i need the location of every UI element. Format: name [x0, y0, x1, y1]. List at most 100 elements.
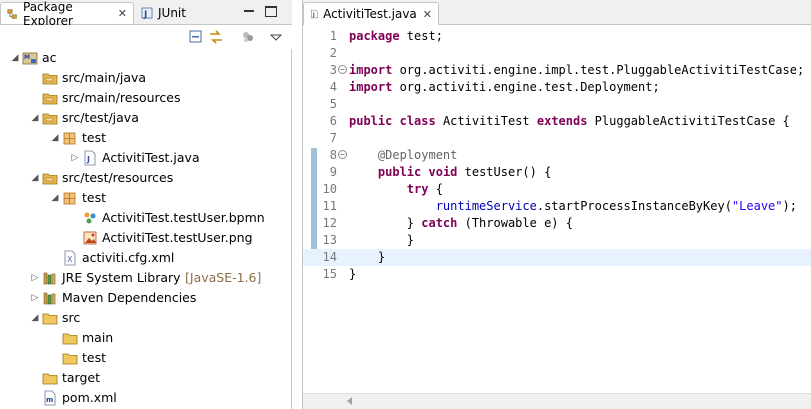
- tree-item-label: ac: [42, 50, 57, 65]
- svg-text:X: X: [67, 255, 73, 264]
- tree-item[interactable]: ◢ test: [0, 128, 292, 148]
- code-line[interactable]: 1 package test;: [303, 28, 811, 45]
- library-icon: [43, 292, 56, 305]
- tree-item[interactable]: src/main/java: [0, 68, 292, 88]
- tree-item[interactable]: target: [0, 368, 292, 388]
- collapsed-twisty-icon[interactable]: ▷: [70, 153, 80, 163]
- code-line[interactable]: 7: [303, 130, 811, 147]
- tree-item-label: src: [62, 310, 81, 325]
- folder-icon: [62, 353, 78, 365]
- code-token: }: [349, 250, 386, 264]
- tree-item-label: src/test/resources: [62, 170, 174, 185]
- tab-package-explorer[interactable]: Package Explorer ✕: [0, 0, 134, 28]
- code-line[interactable]: 4 import org.activiti.engine.test.Deploym…: [303, 79, 811, 96]
- library-icon: [43, 272, 56, 285]
- expanded-twisty-icon[interactable]: ◢: [30, 173, 40, 183]
- editor-tab-label: ActivitiTest.java: [323, 7, 417, 21]
- editor-tab-bar: J ActivitiTest.java ✕: [303, 0, 811, 25]
- code-line[interactable]: 3− import org.activiti.engine.impl.test.P…: [303, 62, 811, 79]
- code-text: }: [349, 266, 356, 283]
- tab-junit-label: JUnit: [158, 6, 186, 20]
- code-text: package test;: [349, 28, 443, 45]
- code-token: "Leave": [731, 199, 783, 213]
- code-token: package: [349, 29, 400, 43]
- code-token: void: [428, 165, 458, 179]
- link-with-editor-icon[interactable]: [208, 29, 224, 45]
- tree-item[interactable]: Xactiviti.cfg.xml: [0, 248, 292, 268]
- junit-icon: J: [141, 7, 153, 20]
- fold-toggle-icon[interactable]: −: [338, 150, 347, 159]
- tree-item[interactable]: ◢ test: [0, 188, 292, 208]
- code-text: import org.activiti.engine.test.Deployme…: [349, 79, 660, 96]
- code-area[interactable]: 1 package test; 2 3− import org.activiti.eng…: [303, 25, 811, 393]
- tab-activitiTest-java[interactable]: J ActivitiTest.java ✕: [303, 2, 439, 25]
- code-token: .startProcessInstanceByKey(: [536, 199, 732, 213]
- tree-item[interactable]: src/main/resources: [0, 88, 292, 108]
- tree-item[interactable]: main: [0, 328, 292, 348]
- xml-file-icon: X: [64, 250, 76, 266]
- line-number: 8: [329, 148, 337, 162]
- scroll-left-arrow-icon[interactable]: [347, 397, 352, 405]
- code-line[interactable]: 9 public void testUser() {: [303, 164, 811, 181]
- code-line[interactable]: 13 }: [303, 232, 811, 249]
- code-line[interactable]: 2: [303, 45, 811, 62]
- tab-junit[interactable]: J JUnit: [134, 2, 204, 24]
- tree-item[interactable]: ◢ src: [0, 308, 292, 328]
- line-number: 12: [322, 216, 337, 230]
- line-number: 10: [322, 182, 337, 196]
- tree-item[interactable]: ▷ J ActivitiTest.java: [0, 148, 292, 168]
- code-line[interactable]: 6 public class ActivitiTest extends Plugg…: [303, 113, 811, 130]
- tree-item[interactable]: ActivitiTest.testUser.bpmn: [0, 208, 292, 228]
- line-number: 15: [322, 267, 337, 281]
- code-line[interactable]: 10 try {: [303, 181, 811, 198]
- minimize-button[interactable]: [243, 6, 255, 17]
- code-line[interactable]: 11 runtimeService.startProcessInstanceBy…: [303, 198, 811, 215]
- focus-on-task-icon[interactable]: [240, 29, 256, 45]
- expanded-twisty-icon[interactable]: ◢: [30, 113, 40, 123]
- fold-toggle-icon[interactable]: −: [338, 65, 347, 74]
- code-text: try {: [349, 181, 443, 198]
- collapsed-twisty-icon[interactable]: ▷: [30, 273, 40, 283]
- tree-item-label: src/main/resources: [62, 90, 181, 105]
- close-icon[interactable]: ✕: [423, 8, 432, 21]
- tree-item-label: target: [62, 370, 101, 385]
- horizontal-scrollbar[interactable]: [303, 393, 811, 409]
- code-line[interactable]: 5: [303, 96, 811, 113]
- collapse-all-icon[interactable]: [188, 29, 204, 45]
- code-text: import org.activiti.engine.impl.test.Plu…: [349, 62, 804, 79]
- expanded-twisty-icon[interactable]: ◢: [50, 133, 60, 143]
- tree-item[interactable]: ◢ src/test/java: [0, 108, 292, 128]
- tree-item-label: test: [82, 350, 107, 365]
- image-file-icon: [83, 231, 97, 245]
- close-icon[interactable]: ✕: [118, 7, 127, 20]
- code-line[interactable]: 12 } catch (Throwable e) {: [303, 215, 811, 232]
- tree-item[interactable]: m pom.xml: [0, 388, 292, 408]
- code-token: @Deployment: [377, 148, 458, 162]
- maximize-button[interactable]: [265, 6, 277, 17]
- expanded-twisty-icon[interactable]: ◢: [50, 193, 60, 203]
- tree-item[interactable]: ActivitiTest.testUser.png: [0, 228, 292, 248]
- project-icon: M: [22, 52, 38, 65]
- code-token: );: [782, 199, 797, 213]
- folder-icon: [42, 373, 58, 385]
- code-line[interactable]: 15}: [303, 266, 811, 283]
- tree-item[interactable]: ◢ Mac: [0, 48, 292, 68]
- tree-item[interactable]: ◢ src/test/resources: [0, 168, 292, 188]
- code-line[interactable]: 14 }: [303, 249, 811, 266]
- code-token: try: [406, 182, 429, 196]
- tree-item[interactable]: test: [0, 348, 292, 368]
- tree-item-label: src/test/java: [62, 110, 139, 125]
- collapsed-twisty-icon[interactable]: ▷: [30, 293, 40, 303]
- tree-item[interactable]: ▷ Maven Dependencies: [0, 288, 292, 308]
- code-token: test;: [399, 29, 443, 43]
- code-token: org.activiti.engine.impl.test.PluggableA…: [392, 63, 805, 77]
- maven-pom-icon: m: [44, 390, 56, 406]
- tree-item[interactable]: ▷ JRE System Library [JavaSE-1.6]: [0, 268, 292, 288]
- expanded-twisty-icon[interactable]: ◢: [30, 313, 40, 323]
- expanded-twisty-icon[interactable]: ◢: [10, 53, 20, 63]
- code-token: class: [399, 114, 436, 128]
- view-menu-icon[interactable]: [268, 29, 284, 45]
- code-line[interactable]: 8− @Deployment: [303, 147, 811, 164]
- tab-package-explorer-label: Package Explorer: [23, 0, 73, 28]
